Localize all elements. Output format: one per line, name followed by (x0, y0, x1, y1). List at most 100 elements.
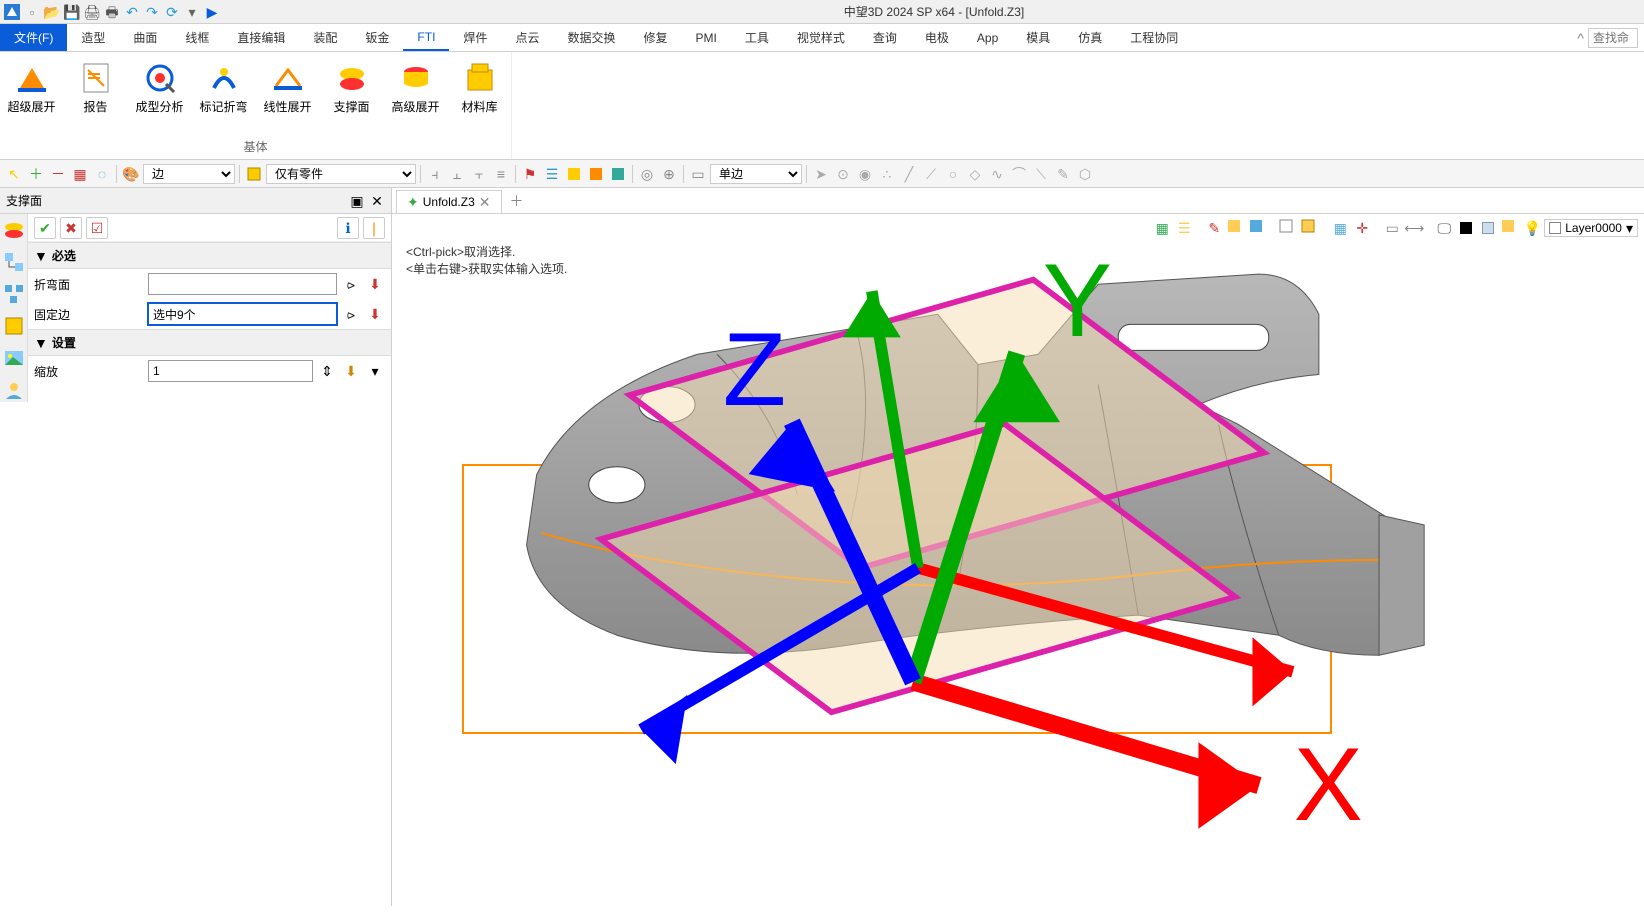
side-tab-tree[interactable] (2, 250, 26, 274)
apply-button[interactable]: ☑ (86, 217, 108, 239)
canvas-3d[interactable]: <Ctrl-pick>取消选择. <单击右键>获取实体输入选项. ▦ ☰ ✎ ▦… (392, 214, 1644, 906)
align-r-icon[interactable]: ⫟ (469, 164, 489, 184)
axis-triad: X Y Z (460, 206, 1644, 898)
filter-combo[interactable]: 边 (143, 164, 235, 184)
target-icon[interactable]: ◎ (637, 164, 657, 184)
panel-close-icon[interactable]: ✕ (369, 193, 385, 209)
snap3-icon[interactable]: ∴ (877, 164, 897, 184)
save-icon[interactable]: 💾 (64, 4, 80, 20)
box1-icon[interactable] (564, 164, 584, 184)
arrow-icon[interactable]: ➤ (811, 164, 831, 184)
tab-wireframe[interactable]: 线框 (171, 24, 223, 51)
tab-electrode[interactable]: 电极 (911, 24, 963, 51)
side-tab-cube[interactable] (2, 314, 26, 338)
target2-icon[interactable]: ⊕ (659, 164, 679, 184)
ribbon: 超级展开 报告 成型分析 标记折弯 线性展开 支撑面 (0, 52, 1644, 160)
box3-icon[interactable] (608, 164, 628, 184)
cmd-support-face[interactable]: 支撑面 (320, 56, 384, 119)
print-preview-icon[interactable]: 🖶 (104, 4, 120, 20)
dist-h-icon[interactable]: ≡ (491, 164, 511, 184)
qat: ▫ 📂 💾 🖨 🖶 ↶ ↷ ⟳ ▾ ▶ (0, 4, 224, 20)
tab-collab[interactable]: 工程协同 (1116, 24, 1192, 51)
ribbon-tabs: 文件(F) 造型 曲面 线框 直接编辑 装配 钣金 FTI 焊件 点云 数据交换… (0, 24, 1644, 52)
tab-pointcloud[interactable]: 点云 (501, 24, 553, 51)
align-l-icon[interactable]: ⫞ (425, 164, 445, 184)
side-tab-feature[interactable] (2, 218, 26, 242)
tab-fti[interactable]: FTI (403, 24, 449, 51)
collapse-ribbon-icon[interactable]: ^ (1577, 31, 1584, 45)
cmd-advanced-unfold[interactable]: 高级展开 (384, 56, 448, 119)
tab-directedit[interactable]: 直接编辑 (223, 24, 299, 51)
remove-icon[interactable]: － (48, 164, 68, 184)
panel-float-icon[interactable]: ▣ (349, 193, 365, 209)
tab-tools[interactable]: 工具 (731, 24, 783, 51)
snap8-icon[interactable]: ∿ (987, 164, 1007, 184)
snap7-icon[interactable]: ◇ (965, 164, 985, 184)
print-icon[interactable]: 🖨 (84, 4, 100, 20)
undo-icon[interactable]: ↶ (124, 4, 140, 20)
snap1-icon[interactable]: ⊙ (833, 164, 853, 184)
cmd-form-analysis[interactable]: 成型分析 (128, 56, 192, 119)
tab-dataexchange[interactable]: 数据交换 (553, 24, 629, 51)
dirty-icon: ✦ (407, 195, 419, 209)
tab-sheetmetal[interactable]: 钣金 (351, 24, 403, 51)
scale-input[interactable] (148, 360, 313, 382)
tab-mold[interactable]: 模具 (1012, 24, 1064, 51)
layers-icon[interactable]: ☰ (542, 164, 562, 184)
cancel-button[interactable]: ✖ (60, 217, 82, 239)
side-tab-user[interactable] (2, 378, 26, 402)
side-tab-image[interactable] (2, 346, 26, 370)
tab-assembly[interactable]: 装配 (299, 24, 351, 51)
snap10-icon[interactable]: ⟍ (1031, 164, 1051, 184)
play-icon[interactable]: ▶ (204, 4, 220, 20)
snap4-icon[interactable]: ╱ (899, 164, 919, 184)
lasso-icon[interactable]: ◌ (92, 164, 112, 184)
file-menu[interactable]: 文件(F) (0, 24, 67, 51)
qat-more-icon[interactable]: ▾ (184, 4, 200, 20)
tab-modeling[interactable]: 造型 (67, 24, 119, 51)
add-icon[interactable]: ＋ (26, 164, 46, 184)
new-icon[interactable]: ▫ (24, 4, 40, 20)
tab-pmi[interactable]: PMI (681, 24, 730, 51)
cmd-report[interactable]: 报告 (64, 56, 128, 119)
color-filter-icon[interactable]: 🎨 (121, 164, 141, 184)
snap6-icon[interactable]: ○ (943, 164, 963, 184)
tab-app[interactable]: App (963, 24, 1012, 51)
snap12-icon[interactable]: ⬡ (1075, 164, 1095, 184)
tab-query[interactable]: 查询 (859, 24, 911, 51)
rect-icon[interactable]: ▭ (688, 164, 708, 184)
cmd-linear-unfold[interactable]: 线性展开 (256, 56, 320, 119)
snap2-icon[interactable]: ◉ (855, 164, 875, 184)
side-tab-assy[interactable] (2, 282, 26, 306)
tab-simulation[interactable]: 仿真 (1064, 24, 1116, 51)
cube-icon[interactable] (244, 164, 264, 184)
search-input[interactable] (1588, 28, 1638, 48)
tab-weld[interactable]: 焊件 (449, 24, 501, 51)
snap11-icon[interactable]: ✎ (1053, 164, 1073, 184)
snap9-icon[interactable]: ⌒ (1009, 164, 1029, 184)
redo-icon[interactable]: ↷ (144, 4, 160, 20)
open-icon[interactable]: 📂 (44, 4, 60, 20)
panel-header: 支撑面 ▣ ✕ (0, 188, 391, 214)
box2-icon[interactable] (586, 164, 606, 184)
viewport[interactable]: ✦ Unfold.Z3 ✕ ＋ <Ctrl-pick>取消选择. <单击右键>获… (392, 188, 1644, 906)
cmd-super-unfold[interactable]: 超级展开 (0, 56, 64, 119)
refresh-icon[interactable]: ⟳ (164, 4, 180, 20)
align-c-icon[interactable]: ⫠ (447, 164, 467, 184)
cmd-mark-bend[interactable]: 标记折弯 (192, 56, 256, 119)
tab-surface[interactable]: 曲面 (119, 24, 171, 51)
snap5-icon[interactable]: ⟋ (921, 164, 941, 184)
edge-combo[interactable]: 单边 (710, 164, 802, 184)
scope-combo[interactable]: 仅有零件 (266, 164, 416, 184)
tab-visualstyle[interactable]: 视觉样式 (783, 24, 859, 51)
ok-button[interactable]: ✔ (34, 217, 56, 239)
tab-repair[interactable]: 修复 (629, 24, 681, 51)
flag-icon[interactable]: ⚑ (520, 164, 540, 184)
selection-toolbar: ↖ ＋ － ▦ ◌ 🎨 边 仅有零件 ⫞ ⫠ ⫟ ≡ ⚑ ☰ ◎ ⊕ ▭ 单边 … (0, 160, 1644, 188)
rect-select-icon[interactable]: ▦ (70, 164, 90, 184)
cursor-icon[interactable]: ↖ (4, 164, 24, 184)
main-area: 支撑面 ▣ ✕ ✔ ✖ ☑ ℹ ❘ (0, 188, 1644, 906)
app-icon[interactable] (4, 4, 20, 20)
cmd-material-lib[interactable]: 材料库 (448, 56, 512, 119)
title-bar: ▫ 📂 💾 🖨 🖶 ↶ ↷ ⟳ ▾ ▶ 中望3D 2024 SP x64 - [… (0, 0, 1644, 24)
